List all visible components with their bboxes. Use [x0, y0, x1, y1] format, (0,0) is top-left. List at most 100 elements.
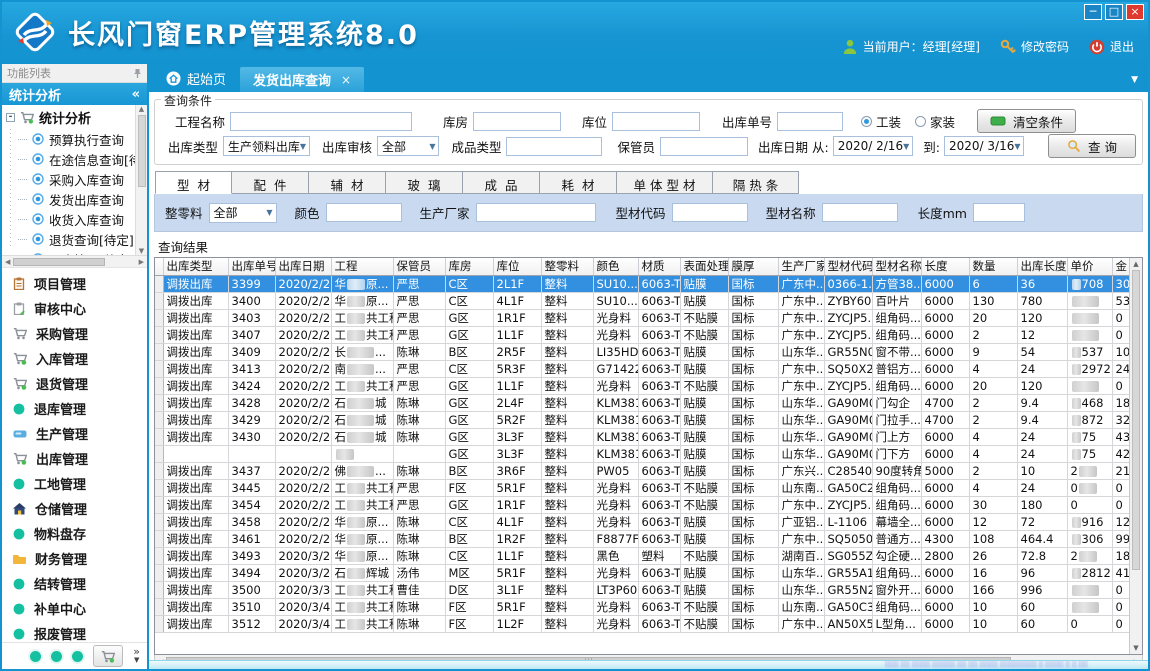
table-row[interactable]: 调拨出库34032020/2/25工共工程严思G区1R1F整料光身料6063-T… — [155, 309, 1142, 326]
column-header[interactable]: 型材名称 — [872, 258, 921, 275]
tree-expander-icon[interactable]: - — [6, 113, 15, 122]
material-tab-3[interactable]: 玻 璃 — [386, 171, 463, 194]
tree-vertical-scrollbar[interactable]: ▲ ▼ — [135, 105, 147, 255]
column-header[interactable]: 长度 — [921, 258, 969, 275]
table-row[interactable]: 调拨出库34942020/3/2石辉城汤伟M区5R1F整料光身料6063-T5贴… — [155, 564, 1142, 581]
tree-item-1[interactable]: 在途信息查询[待 — [2, 149, 147, 169]
section-header-statistics[interactable]: 统计分析 « — [2, 83, 147, 105]
table-row[interactable]: 调拨出库34092020/2/25长...陈琳B区2R5F整料LI35HD606… — [155, 343, 1142, 360]
warehouse-input[interactable] — [473, 112, 561, 131]
scroll-right-icon[interactable]: ▶ — [139, 258, 144, 266]
scrollbar-thumb[interactable] — [138, 115, 146, 187]
tree-item-4[interactable]: 收货入库查询 — [2, 209, 147, 229]
date-from-picker[interactable]: 2020/ 2/16▼ — [833, 136, 913, 156]
material-tab-7[interactable]: 隔 热 条 — [713, 171, 799, 194]
column-header[interactable]: 颜色 — [593, 258, 638, 275]
table-row[interactable]: 调拨出库35122020/3/4工共工程陈琳F区1L2F整料光身料6063-T5… — [155, 615, 1142, 632]
collapse-icon[interactable]: « — [132, 87, 140, 102]
sidebar-item-13[interactable]: 补单中心 — [2, 596, 147, 621]
outbound-audit-select[interactable]: 全部▼ — [377, 136, 439, 156]
column-header[interactable]: 型材代码 — [824, 258, 872, 275]
sidebar-item-10[interactable]: 物料盘存 — [2, 521, 147, 546]
column-header[interactable]: 保管员 — [393, 258, 445, 275]
length-input[interactable] — [973, 203, 1025, 222]
sidebar-item-14[interactable]: 报废管理 — [2, 621, 147, 642]
column-header[interactable]: 单价 — [1067, 258, 1112, 275]
tab-list-dropdown-icon[interactable]: ▼ — [1131, 75, 1138, 85]
grid-vertical-scrollbar[interactable]: ▲ ▼ — [1129, 258, 1142, 654]
table-row[interactable]: 调拨出库34932020/3/2华原...陈琳C区1L1F整料黑色塑料不贴膜国标… — [155, 547, 1142, 564]
color-input[interactable] — [326, 203, 402, 222]
material-tab-2[interactable]: 辅 材 — [309, 171, 386, 194]
table-row[interactable]: 调拨出库34292020/2/26石城陈琳G区5R2F整料KLM38176063… — [155, 411, 1142, 428]
table-row[interactable]: 调拨出库34282020/2/26石城陈琳G区2L4F整料KLM38176063… — [155, 394, 1142, 411]
table-row[interactable]: 调拨出库34002020/2/25华原...严思C区4L1F整料SU10...6… — [155, 292, 1142, 309]
scrollbar-thumb[interactable] — [13, 258, 105, 266]
location-input[interactable] — [612, 112, 700, 131]
pin-icon[interactable] — [133, 68, 142, 79]
material-tab-1[interactable]: 配 件 — [232, 171, 309, 194]
sidebar-item-7[interactable]: 出库管理 — [2, 446, 147, 471]
tree-item-0[interactable]: 预算执行查询 — [2, 129, 147, 149]
scroll-down-icon[interactable]: ▼ — [139, 247, 144, 255]
column-header[interactable]: 出库长度 — [1017, 258, 1067, 275]
sidebar-item-5[interactable]: 退库管理 — [2, 396, 147, 421]
column-header[interactable]: 材质 — [638, 258, 680, 275]
column-header[interactable]: 出库单号 — [228, 258, 275, 275]
material-tab-6[interactable]: 单 体 型 材 — [617, 171, 713, 194]
sidebar-item-11[interactable]: 财务管理 — [2, 546, 147, 571]
scroll-up-icon[interactable]: ▲ — [1133, 260, 1138, 268]
sidebar-item-3[interactable]: 入库管理 — [2, 346, 147, 371]
tree-horizontal-scrollbar[interactable]: ◀ ▶ — [2, 255, 147, 268]
tree-item-6[interactable]: 退库管理[待定] — [2, 249, 147, 255]
change-password-button[interactable]: 修改密码 — [1000, 38, 1069, 55]
sidebar-item-2[interactable]: 采购管理 — [2, 321, 147, 346]
table-row[interactable]: G区3L3F整料KLM38176063-T5贴膜国标山东华...GA90M09.… — [155, 445, 1142, 462]
sidebar-overflow-button[interactable]: » ▼ — [133, 647, 140, 665]
radio-jiazhuang[interactable] — [915, 116, 926, 127]
logout-button[interactable]: 退出 — [1089, 38, 1134, 55]
scroll-left-icon[interactable]: ◀ — [5, 258, 10, 266]
module-dot-icon[interactable] — [30, 651, 41, 662]
table-row[interactable]: 调拨出库35002020/3/3工共工程曹佳D区3L1F整料LT3P606063… — [155, 581, 1142, 598]
tab-close-icon[interactable]: × — [341, 73, 351, 87]
search-button[interactable]: 查 询 — [1048, 134, 1136, 158]
material-tab-0[interactable]: 型 材 — [155, 171, 232, 194]
clear-conditions-button[interactable]: 清空条件 — [977, 109, 1076, 133]
sidebar-item-1[interactable]: 审核中心 — [2, 296, 147, 321]
table-row[interactable]: 调拨出库35102020/3/4工共工程陈琳F区5R1F整料光身料6063-T5… — [155, 598, 1142, 615]
column-header[interactable]: 库房 — [445, 258, 493, 275]
table-row[interactable]: 调拨出库34242020/2/26工共工程严思G区1L1F整料光身料6063-T… — [155, 377, 1142, 394]
table-row[interactable]: 调拨出库34302020/2/26石城陈琳G区3L3F整料KLM38176063… — [155, 428, 1142, 445]
table-row[interactable]: 调拨出库34452020/2/27工共工程严思F区5R1F整料光身料6063-T… — [155, 479, 1142, 496]
material-tab-4[interactable]: 成 品 — [463, 171, 540, 194]
table-row[interactable]: 调拨出库33992020/2/25华原...严思C区2L1F整料SU10...6… — [155, 275, 1142, 292]
radio-gongzhuang[interactable] — [861, 116, 872, 127]
table-row[interactable]: 调拨出库34582020/2/28华原...陈琳C区4L1F整料光身料6063-… — [155, 513, 1142, 530]
table-row[interactable]: 调拨出库34542020/2/28工共工程严思G区1R1F整料光身料6063-T… — [155, 496, 1142, 513]
product-type-input[interactable] — [506, 137, 602, 156]
column-header[interactable]: 出库日期 — [275, 258, 331, 275]
module-dot-icon[interactable] — [72, 651, 83, 662]
sidebar-item-8[interactable]: 工地管理 — [2, 471, 147, 496]
table-row[interactable]: 调拨出库34612020/2/28华原...陈琳B区1R2F整料F8877FT6… — [155, 530, 1142, 547]
date-to-picker[interactable]: 2020/ 3/16▼ — [944, 136, 1024, 156]
tree-item-5[interactable]: 退货查询[待定] — [2, 229, 147, 249]
column-header[interactable]: 整零料 — [541, 258, 593, 275]
column-header[interactable]: 工程 — [331, 258, 393, 275]
table-row[interactable]: 调拨出库34372020/2/27佛...陈琳B区3R6F整料PW056063-… — [155, 462, 1142, 479]
column-header[interactable]: 数量 — [969, 258, 1017, 275]
manufacturer-input[interactable] — [476, 203, 596, 222]
radio-jiazhuang-label[interactable]: 家装 — [930, 112, 955, 131]
tree-root-statistics[interactable]: - 统计分析 — [2, 105, 147, 129]
tab-home[interactable]: 起始页 — [152, 64, 240, 92]
sidebar-item-9[interactable]: 仓储管理 — [2, 496, 147, 521]
tree-item-3[interactable]: 发货出库查询 — [2, 189, 147, 209]
scroll-up-icon[interactable]: ▲ — [139, 105, 144, 113]
sidebar-item-12[interactable]: 结转管理 — [2, 571, 147, 596]
minimize-button[interactable]: ─ — [1084, 4, 1102, 20]
table-row[interactable]: 调拨出库34072020/2/25工共工程严思G区1L1F整料光身料6063-T… — [155, 326, 1142, 343]
table-row[interactable]: 调拨出库34132020/2/26南...严思C区5R3F整料G71422606… — [155, 360, 1142, 377]
maximize-button[interactable]: □ — [1105, 4, 1123, 20]
sidebar-item-6[interactable]: 生产管理 — [2, 421, 147, 446]
